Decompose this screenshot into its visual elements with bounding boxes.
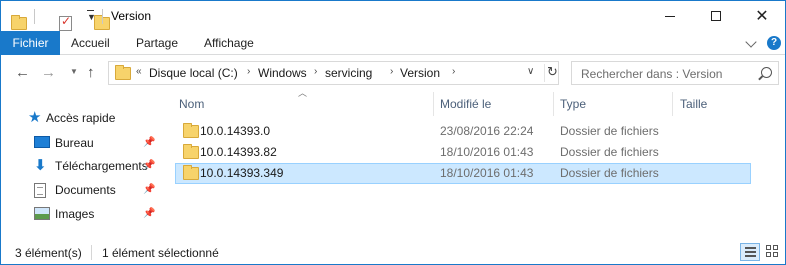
help-icon[interactable]: ? [767,36,781,50]
file-row[interactable]: 10.0.14393.82 18/10/2016 01:43 Dossier d… [175,142,751,163]
column-divider[interactable] [672,92,673,116]
file-name[interactable]: 10.0.14393.349 [200,166,283,180]
tab-fichier[interactable]: Fichier [1,31,60,55]
navigation-bar: ← → ▼ ↑ « Disque local (C:) › Windows › … [1,55,785,92]
file-modified: 23/08/2016 22:24 [440,124,534,138]
search-box[interactable]: Rechercher dans : Version [571,61,779,85]
window-title: Version [111,9,152,23]
search-placeholder[interactable]: Rechercher dans : Version [581,67,722,81]
minimize-icon [665,15,675,17]
sidebar-item-telechargements[interactable]: ⬇ Téléchargements 📌 [1,155,159,177]
item-count: 3 élément(s) [15,246,82,260]
desktop-icon [34,136,50,148]
breadcrumb-windows[interactable]: Windows [258,66,307,80]
back-button[interactable]: ← [15,64,30,81]
tab-accueil[interactable]: Accueil [71,31,110,55]
details-view-icon [745,251,756,253]
refresh-icon[interactable]: ↻ [544,64,560,82]
pin-icon[interactable]: 📌 [143,208,155,219]
search-icon[interactable] [761,67,772,78]
sidebar-item-label: Accès rapide [46,111,116,125]
pin-icon[interactable]: 📌 [143,137,155,148]
pin-icon[interactable]: 📌 [143,184,155,195]
column-header-modifie-le[interactable]: Modifié le [440,97,491,111]
chevron-right-icon[interactable]: › [452,66,455,77]
tiles-view-icon [773,245,778,250]
tiles-view-icon [766,245,771,250]
details-view-icon [745,247,756,249]
close-button[interactable]: ✕ [739,1,785,31]
minimize-button[interactable] [647,1,693,31]
chevron-right-icon[interactable]: › [390,66,393,77]
file-modified: 18/10/2016 01:43 [440,145,534,159]
sidebar-item-label: Bureau [55,136,94,150]
sidebar-item-images[interactable]: Images 📌 [1,203,159,225]
tiles-view-icon [766,252,771,257]
file-name[interactable]: 10.0.14393.82 [200,145,277,159]
maximize-icon [711,11,721,21]
file-type: Dossier de fichiers [560,124,659,138]
sidebar-item-label: Téléchargements [55,159,148,173]
status-bar: 3 élément(s) 1 élément sélectionné [1,241,785,264]
large-icons-view-button[interactable] [763,243,783,261]
folder-icon [183,144,199,159]
details-view-icon [745,255,756,257]
properties-icon[interactable] [59,14,72,31]
folder-icon [183,165,199,180]
pin-icon[interactable]: 📌 [143,160,155,171]
overflow-icon[interactable]: « [136,66,142,77]
customize-toolbar-icon[interactable]: ▼ [87,10,96,22]
sort-ascending-icon: ︿ [298,88,308,98]
explorer-window: ▼ Version ✕ Fichier Accueil Partage Affi… [0,0,786,265]
maximize-button[interactable] [693,1,739,31]
breadcrumb-version[interactable]: Version [400,66,440,80]
chevron-right-icon[interactable]: › [247,66,250,77]
sidebar-item-acces-rapide[interactable]: ★ Accès rapide [1,107,159,129]
close-icon: ✕ [755,8,769,25]
tab-affichage[interactable]: Affichage [204,31,254,55]
navigation-pane: ★ Accès rapide Bureau 📌 ⬇ Téléchargement… [1,92,161,238]
file-name[interactable]: 10.0.14393.0 [200,124,270,138]
sidebar-item-label: Documents [55,183,116,197]
column-header-nom[interactable]: Nom [179,97,204,111]
documents-icon [34,183,46,198]
file-modified: 18/10/2016 01:43 [440,166,534,180]
folder-icon [11,14,27,30]
title-bar: ▼ Version ✕ [1,1,785,31]
chevron-right-icon[interactable]: › [314,66,317,77]
file-type: Dossier de fichiers [560,145,659,159]
breadcrumb-disque-local[interactable]: Disque local (C:) [149,66,238,80]
pictures-icon [34,207,50,220]
tab-partage[interactable]: Partage [136,31,178,55]
file-row[interactable]: 10.0.14393.0 23/08/2016 22:24 Dossier de… [175,121,751,142]
status-divider [91,245,92,260]
file-list: ︿ Nom Modifié le Type Taille 10.0.14393.… [161,88,785,238]
column-divider[interactable] [553,92,554,116]
sidebar-item-bureau[interactable]: Bureau 📌 [1,132,159,154]
column-header-taille[interactable]: Taille [680,97,707,111]
forward-button[interactable]: → [41,64,56,81]
recent-locations-icon[interactable]: ▼ [70,67,78,76]
selection-count: 1 élément sélectionné [102,246,219,260]
breadcrumb-servicing[interactable]: servicing [325,66,372,80]
expand-ribbon-icon[interactable] [745,36,757,48]
toolbar-separator [34,9,35,24]
sidebar-item-documents[interactable]: Documents 📌 [1,179,159,201]
ribbon: Fichier Accueil Partage Affichage ? [1,31,785,55]
toolbar-separator [102,9,103,24]
column-header-type[interactable]: Type [560,97,586,111]
sidebar-item-label: Images [55,207,95,221]
address-dropdown-icon[interactable]: ∨ [527,66,534,77]
column-divider[interactable] [433,92,434,116]
up-button[interactable]: ↑ [87,64,95,81]
tiles-view-icon [773,252,778,257]
details-view-button[interactable] [740,243,760,261]
folder-icon [115,65,131,80]
file-type: Dossier de fichiers [560,166,659,180]
file-row-selected[interactable]: 10.0.14393.349 18/10/2016 01:43 Dossier … [175,163,751,184]
address-bar[interactable]: « Disque local (C:) › Windows › servicin… [108,61,559,85]
folder-icon [183,123,199,138]
download-icon: ⬇ [34,157,47,174]
star-icon: ★ [28,109,42,126]
